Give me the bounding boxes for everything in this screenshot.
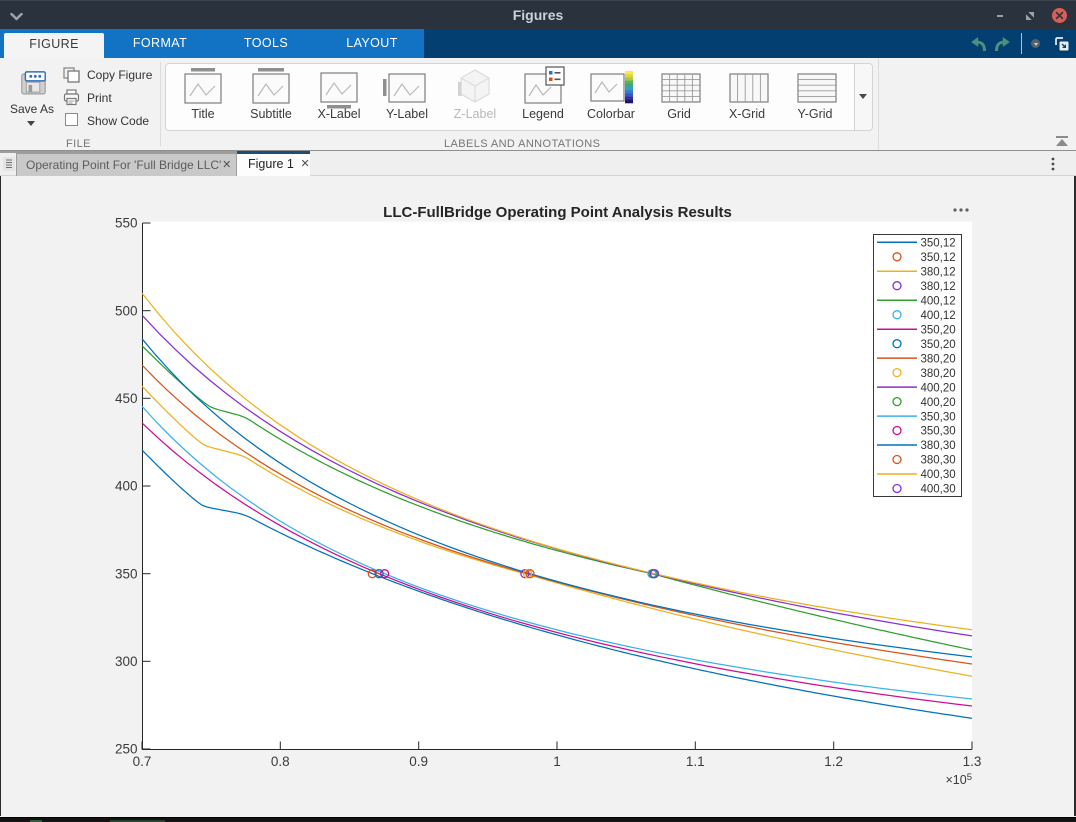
svg-text:350,30: 350,30 [921,411,956,423]
svg-text:400,20: 400,20 [921,397,956,409]
svg-text:380,20: 380,20 [921,368,956,380]
svg-text:Y-Label: Y-Label [386,107,428,121]
svg-text:Y-Grid: Y-Grid [798,107,833,121]
svg-text:300: 300 [115,654,138,669]
svg-text:380,30: 380,30 [921,440,956,452]
svg-text:500: 500 [115,303,138,318]
svg-text:400,30: 400,30 [921,469,956,481]
svg-text:Colorbar: Colorbar [587,107,635,121]
svg-text:400,12: 400,12 [921,310,956,322]
svg-text:450: 450 [115,391,138,406]
svg-text:X-Grid: X-Grid [729,107,765,121]
svg-text:×105: ×105 [945,772,972,787]
svg-text:380,30: 380,30 [921,455,956,467]
svg-text:Grid: Grid [667,107,691,121]
svg-text:350,20: 350,20 [921,339,956,351]
svg-text:380,12: 380,12 [921,267,956,279]
svg-text:350: 350 [115,566,138,581]
svg-text:Title: Title [191,107,214,121]
svg-text:1.1: 1.1 [686,754,705,769]
svg-text:400: 400 [115,479,138,494]
svg-text:400,12: 400,12 [921,295,956,307]
svg-text:0.8: 0.8 [271,754,290,769]
svg-text:X-Label: X-Label [317,107,360,121]
svg-text:250: 250 [115,742,138,757]
svg-text:350,12: 350,12 [921,238,956,250]
svg-text:350,30: 350,30 [921,426,956,438]
svg-text:400,30: 400,30 [921,484,956,496]
svg-text:400,20: 400,20 [921,382,956,394]
svg-text:380,20: 380,20 [921,353,956,365]
svg-text:1.3: 1.3 [963,754,982,769]
svg-text:1.2: 1.2 [824,754,843,769]
svg-text:380,12: 380,12 [921,281,956,293]
svg-text:Z-Label: Z-Label [454,107,496,121]
svg-text:Legend: Legend [522,107,564,121]
svg-text:550: 550 [115,216,138,231]
svg-text:1: 1 [553,754,561,769]
svg-text:LLC-FullBridge Operating Point: LLC-FullBridge Operating Point Analysis … [383,204,732,221]
svg-text:350,12: 350,12 [921,252,956,264]
svg-text:0.9: 0.9 [409,754,428,769]
svg-text:350,20: 350,20 [921,324,956,336]
svg-text:Subtitle: Subtitle [250,107,292,121]
